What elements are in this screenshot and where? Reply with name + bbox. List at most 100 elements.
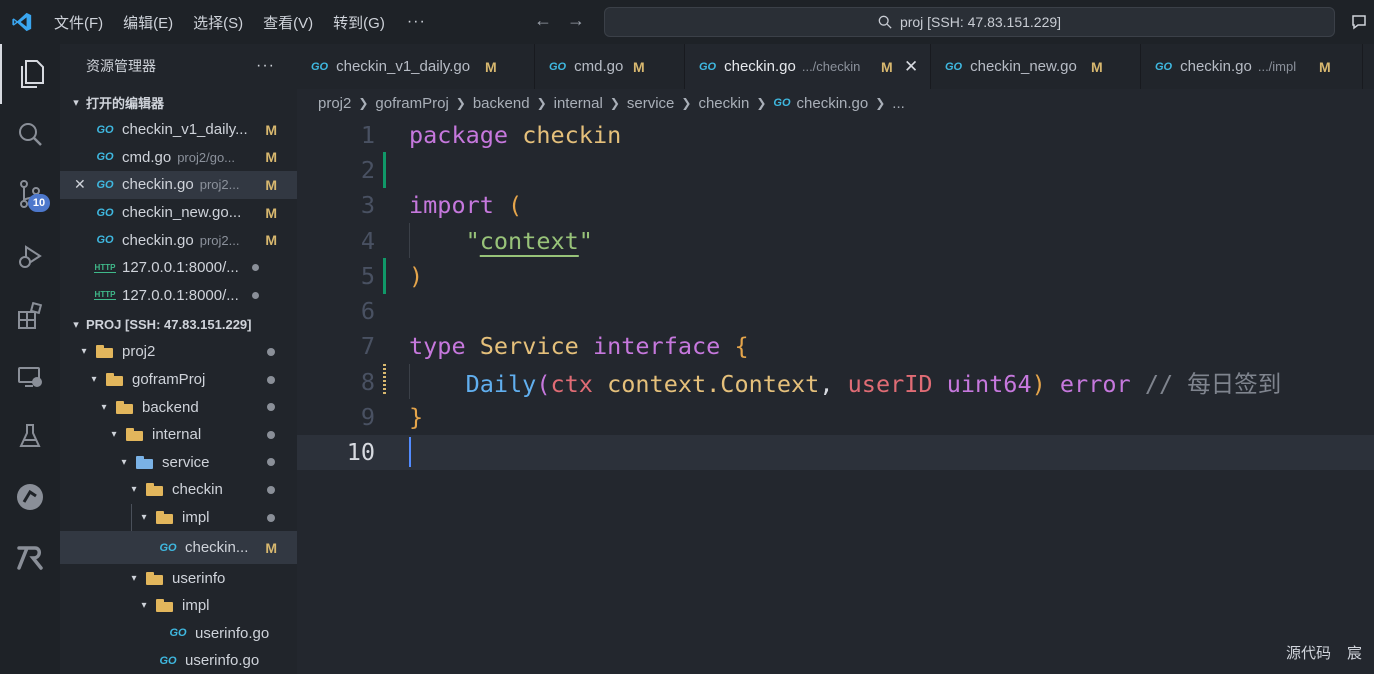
modified-dot-icon (267, 347, 275, 356)
open-editor-item[interactable]: GO checkin.go proj2... M (60, 226, 297, 254)
source-control-icon[interactable]: 10 (0, 164, 60, 224)
code-token: context.Context (607, 369, 820, 398)
code-token: , (819, 369, 834, 398)
modified-badge: M (1091, 58, 1103, 75)
tab-checkin-new[interactable]: GO checkin_new.go M (931, 44, 1141, 89)
forward-arrow-icon[interactable]: → (567, 10, 585, 31)
open-editor-item[interactable]: GO checkin_new.go... M (60, 199, 297, 227)
sidebar-more-icon[interactable]: ··· (256, 57, 275, 75)
status-item[interactable]: 源代码 (1286, 642, 1331, 663)
line-number: 6 (360, 297, 375, 326)
go-file-icon: GO (96, 234, 114, 247)
code-token: Daily (465, 369, 537, 398)
tab-checkin-impl[interactable]: GO checkin.go .../impl M (1141, 44, 1363, 89)
folder-open-icon (156, 599, 174, 613)
breadcrumb-item[interactable]: internal (554, 95, 603, 112)
tree-folder-service[interactable]: ▾ service (60, 449, 297, 477)
rest-client-icon[interactable] (0, 528, 60, 588)
code-token: ctx (550, 369, 593, 398)
copilot-chat-icon[interactable] (1350, 12, 1370, 37)
breadcrumb-item[interactable]: ... (892, 95, 905, 112)
tab-checkin-go-active[interactable]: GO checkin.go .../checkin M ✕ (685, 44, 931, 89)
modified-dot-icon (267, 458, 275, 467)
tree-file-userinfo-go[interactable]: GO userinfo.go (60, 620, 297, 648)
code-token: ) (1031, 369, 1046, 398)
go-file-icon: GO (159, 541, 177, 554)
go-file-icon: GO (96, 178, 114, 191)
menu-more-icon[interactable]: ··· (395, 13, 438, 31)
folder-open-icon (146, 483, 164, 497)
tree-folder-impl[interactable]: ▾ impl (60, 504, 297, 532)
sidebar-title-text: 资源管理器 (86, 58, 156, 74)
chevron-right-icon: ❯ (455, 96, 466, 110)
open-editor-item-active[interactable]: ✕ GO checkin.go proj2... M (60, 171, 297, 199)
tree-folder-proj2[interactable]: ▾ proj2 (60, 338, 297, 366)
menu-view[interactable]: 查看(V) (253, 0, 323, 44)
open-editor-item[interactable]: HTTP 127.0.0.1:8000/... (60, 282, 297, 310)
open-editors-header[interactable]: ▾ 打开的编辑器 (60, 88, 297, 116)
tab-checkin-v1-daily[interactable]: GO checkin_v1_daily.go M (297, 44, 535, 89)
back-arrow-icon[interactable]: ← (534, 10, 552, 31)
vscode-logo-icon[interactable] (0, 0, 44, 44)
close-tab-icon[interactable]: ✕ (904, 57, 918, 77)
folder-open-icon (116, 400, 134, 414)
tree-folder-impl[interactable]: ▾ impl (60, 592, 297, 620)
run-debug-icon[interactable] (0, 226, 60, 286)
project-header[interactable]: ▾ PROJ [SSH: 47.83.151.229] (60, 310, 297, 338)
menu-edit[interactable]: 编辑(E) (113, 0, 183, 44)
go-file-icon: GO (96, 151, 114, 164)
status-item[interactable]: 宸 (1347, 642, 1362, 663)
tree-folder-goframproj[interactable]: ▾ goframProj (60, 366, 297, 394)
modified-badge: M (633, 58, 645, 75)
explorer-icon[interactable] (0, 44, 60, 104)
breadcrumb-item[interactable]: goframProj (375, 95, 448, 112)
modified-badge: M (485, 58, 497, 75)
tree-folder-internal[interactable]: ▾ internal (60, 421, 297, 449)
remote-explorer-icon[interactable] (0, 347, 60, 407)
code-editor[interactable]: 1 package checkin 2 3 import ( 4 "contex… (297, 117, 1374, 637)
code-line: 1 package checkin (297, 117, 1374, 152)
menu-selection[interactable]: 选择(S) (183, 0, 253, 44)
breadcrumb-item[interactable]: checkin (698, 95, 749, 112)
search-icon[interactable] (0, 104, 60, 164)
code-token: import (409, 191, 494, 220)
tab-cmd-go[interactable]: GO cmd.go M (535, 44, 685, 89)
extensions-icon[interactable] (0, 286, 60, 346)
tree-folder-userinfo[interactable]: ▾ userinfo (60, 564, 297, 592)
breadcrumb-item[interactable]: backend (473, 95, 530, 112)
menu-file[interactable]: 文件(F) (44, 0, 113, 44)
tab-label: checkin.go (1180, 58, 1252, 75)
chevron-down-icon: ▾ (111, 429, 117, 441)
line-number: 3 (360, 191, 375, 220)
modified-dot-icon (267, 430, 275, 439)
tree-file-userinfo-go[interactable]: GO userinfo.go (60, 647, 297, 674)
tree-folder-backend[interactable]: ▾ backend (60, 393, 297, 421)
tree-item-label: proj2 (122, 343, 156, 361)
tab-label: checkin_new.go (970, 58, 1077, 75)
close-icon[interactable]: ✕ (74, 176, 86, 193)
modified-badge: M (265, 232, 277, 249)
command-center-search[interactable]: proj [SSH: 47.83.151.229] (604, 7, 1335, 37)
tree-folder-checkin[interactable]: ▾ checkin (60, 476, 297, 504)
title-bar: 文件(F) 编辑(E) 选择(S) 查看(V) 转到(G) ··· ← → pr… (0, 0, 1374, 44)
open-editor-item[interactable]: HTTP 127.0.0.1:8000/... (60, 254, 297, 282)
open-editor-item[interactable]: GO checkin_v1_daily... M (60, 116, 297, 144)
menu-go[interactable]: 转到(G) (323, 0, 395, 44)
breadcrumb-item[interactable]: checkin.go (797, 95, 869, 112)
open-editor-name: checkin.go (122, 176, 194, 194)
search-icon (878, 15, 892, 29)
tree-item-label: userinfo (172, 569, 226, 587)
breadcrumb-item[interactable]: proj2 (318, 95, 351, 112)
code-token: uint64 (946, 369, 1032, 398)
open-editor-item[interactable]: GO cmd.go proj2/go... M (60, 144, 297, 172)
go-file-icon: GO (773, 97, 791, 109)
breadcrumb-item[interactable]: service (627, 95, 675, 112)
chevron-down-icon: ▾ (81, 346, 87, 358)
gitlens-icon[interactable] (0, 467, 60, 527)
tree-item-label: backend (142, 398, 199, 416)
tree-file-checkin-go[interactable]: GO checkin... M (60, 531, 297, 565)
code-token: userID (847, 369, 933, 398)
line-number: 7 (360, 332, 375, 361)
code-token: } (409, 403, 424, 432)
testing-icon[interactable] (0, 406, 60, 466)
